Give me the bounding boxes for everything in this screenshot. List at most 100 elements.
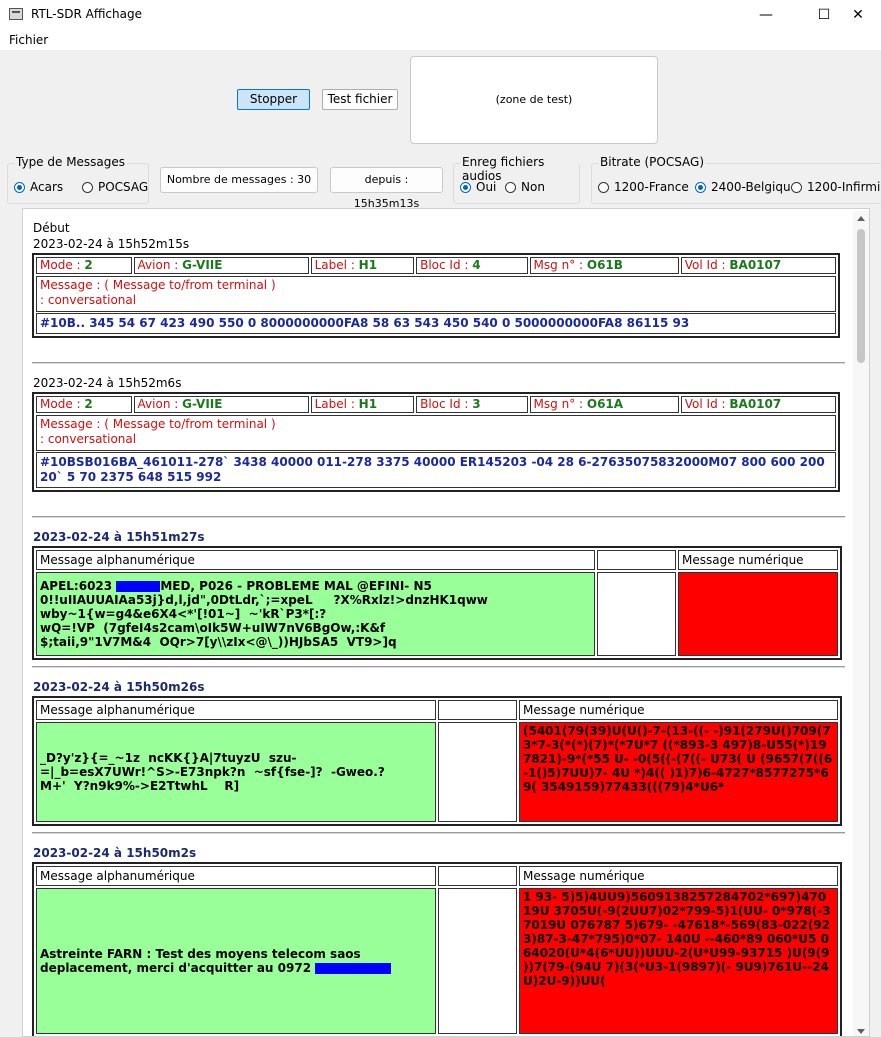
scroll-down-icon[interactable] — [857, 1029, 865, 1034]
scroll-up-icon[interactable] — [857, 216, 865, 221]
acars-message-text: Message : ( Message to/from terminal ) :… — [36, 276, 836, 312]
pocsag-header-row: Message alphanumérique Message numérique — [35, 549, 839, 571]
separator — [32, 362, 845, 364]
radio-pocsag-label: POCSAG — [98, 180, 149, 194]
field-label: Avion : — [137, 397, 183, 411]
title-bar: RTL-SDR Affichage — ☐ ✕ — [0, 0, 881, 30]
radio-acars-label: Acars — [30, 180, 64, 194]
message-line: Message : ( Message to/from terminal ) — [40, 278, 276, 292]
field-label: Vol Id : — [684, 397, 730, 411]
acars-raw-data: #10B.. 345 54 67 423 490 550 0 800000000… — [36, 313, 836, 334]
message-line: : conversational — [40, 432, 137, 446]
radio-acars[interactable]: Acars — [14, 180, 63, 194]
log-start: Début — [33, 221, 70, 235]
radio-2400-belgique[interactable]: 2400-Belgique — [695, 180, 798, 194]
audio-group: Enreg fichiers audios Oui Non — [453, 155, 580, 204]
pocsag-message: Message alphanumérique Message numérique… — [32, 862, 842, 1036]
radio-non[interactable]: Non — [505, 180, 545, 194]
pocsag-body-row: APEL:6023 MED, P026 - PROBLEME MAL @EFIN… — [35, 571, 839, 657]
radio-oui[interactable]: Oui — [460, 180, 496, 194]
redaction-block — [315, 963, 392, 974]
field-value: BA0107 — [729, 258, 782, 272]
acars-avion-field: Avion : G-VIIE — [133, 396, 309, 413]
menu-fichier[interactable]: Fichier — [9, 33, 48, 47]
field-value: 4 — [472, 258, 481, 272]
acars-raw-data: #10BSB016BA_461011-278` 3438 40000 011-2… — [36, 452, 836, 488]
message-type-group: Type de Messages Acars POCSAG — [7, 155, 149, 204]
field-value: O61A — [586, 397, 624, 411]
test-file-button[interactable]: Test fichier — [322, 89, 398, 110]
acars-mode-field: Mode : 2 — [36, 396, 132, 413]
test-zone: (zone de test) — [410, 56, 658, 144]
message-line: : conversational — [40, 293, 137, 307]
alpha-header: Message alphanumérique — [36, 550, 595, 570]
empty-header — [597, 550, 676, 570]
pocsag-header-row: Message alphanumérique Message numérique — [35, 865, 839, 887]
acars-timestamp: 2023-02-24 à 15h52m15s — [33, 237, 190, 251]
radio-dot — [598, 181, 609, 193]
numeric-message — [678, 572, 838, 656]
message-log-panel[interactable]: Début 2023-02-24 à 15h52m15s Mode : 2 Av… — [22, 208, 870, 1037]
radio-1200-infirmier-label: 1200-Infirmier — [807, 180, 881, 194]
empty-cell — [438, 888, 517, 1034]
radio-dot — [791, 181, 802, 193]
acars-vol-field: Vol Id : BA0107 — [680, 257, 836, 274]
acars-msg-field: Msg n° : O61B — [529, 257, 679, 274]
alpha-message: _D?y'z}{=_~1z ncKK{}A|7tuyzU szu- =|_b=e… — [36, 722, 436, 822]
acars-label-field: Label : H1 — [310, 396, 415, 413]
bitrate-group: Bitrate (POCSAG) 1200-France 2400-Belgiq… — [591, 155, 881, 204]
field-value: H1 — [358, 397, 378, 411]
radio-1200-france[interactable]: 1200-France — [598, 180, 689, 194]
alpha-message: APEL:6023 MED, P026 - PROBLEME MAL @EFIN… — [36, 572, 595, 656]
empty-header — [438, 866, 517, 886]
pocsag-timestamp: 2023-02-24 à 15h51m27s — [33, 530, 205, 544]
radio-dot — [460, 181, 471, 193]
acars-message: Mode : 2 Avion : G-VIIE Label : H1 Bloc … — [32, 392, 840, 492]
numeric-header: Message numérique — [519, 700, 838, 720]
field-value: H1 — [358, 258, 378, 272]
separator — [32, 516, 845, 518]
numeric-message: 1 93- 5)5)4UU9)5609138257284702*697)4701… — [519, 888, 838, 1034]
minimize-button[interactable]: — — [743, 0, 789, 30]
acars-label-field: Label : H1 — [310, 257, 415, 274]
alpha-header: Message alphanumérique — [36, 866, 436, 886]
app-icon — [9, 8, 23, 20]
alpha-header: Message alphanumérique — [36, 700, 436, 720]
radio-dot — [82, 181, 93, 193]
pocsag-timestamp: 2023-02-24 à 15h50m26s — [33, 680, 205, 694]
field-label: Msg n° : — [533, 397, 587, 411]
numeric-header: Message numérique — [678, 550, 838, 570]
field-value: 3 — [472, 397, 481, 411]
menu-bar: Fichier — [0, 30, 881, 50]
pocsag-message: Message alphanumérique Message numérique… — [32, 696, 842, 826]
field-value: BA0107 — [729, 397, 782, 411]
vertical-scrollbar[interactable] — [853, 211, 869, 1036]
acars-timestamp: 2023-02-24 à 15h52m6s — [33, 376, 182, 390]
bitrate-label: Bitrate (POCSAG) — [598, 155, 707, 169]
acars-mode-field: Mode : 2 — [36, 257, 132, 274]
pocsag-body-row: Astreinte FARN : Test des moyens telecom… — [35, 887, 839, 1035]
radio-pocsag[interactable]: POCSAG — [82, 180, 148, 194]
empty-header — [438, 700, 517, 720]
acars-bloc-field: Bloc Id : 3 — [416, 396, 528, 413]
radio-2400-belgique-label: 2400-Belgique — [711, 180, 798, 194]
empty-cell — [597, 572, 676, 656]
field-label: Msg n° : — [533, 258, 587, 272]
radio-oui-label: Oui — [476, 180, 497, 194]
radio-1200-infirmier[interactable]: 1200-Infirmier — [791, 180, 881, 194]
acars-msg-field: Msg n° : O61A — [529, 396, 679, 413]
alpha-text: Astreinte FARN : Test des moyens telecom… — [40, 947, 361, 975]
stop-button[interactable]: Stopper — [237, 89, 310, 110]
close-button[interactable]: ✕ — [835, 0, 881, 30]
pocsag-body-row: _D?y'z}{=_~1z ncKK{}A|7tuyzU szu- =|_b=e… — [35, 721, 839, 823]
field-label: Mode : — [40, 258, 85, 272]
field-value: G-VIIE — [182, 397, 223, 411]
pocsag-timestamp: 2023-02-24 à 15h50m2s — [33, 846, 197, 860]
scroll-thumb[interactable] — [857, 229, 865, 363]
alpha-text: APEL:6023 — [40, 579, 117, 593]
window-title: RTL-SDR Affichage — [31, 7, 142, 21]
radio-dot — [505, 181, 516, 193]
acars-fields-row: Mode : 2 Avion : G-VIIE Label : H1 Bloc … — [35, 395, 837, 414]
acars-message: Mode : 2 Avion : G-VIIE Label : H1 Bloc … — [32, 253, 840, 338]
separator — [32, 832, 845, 834]
